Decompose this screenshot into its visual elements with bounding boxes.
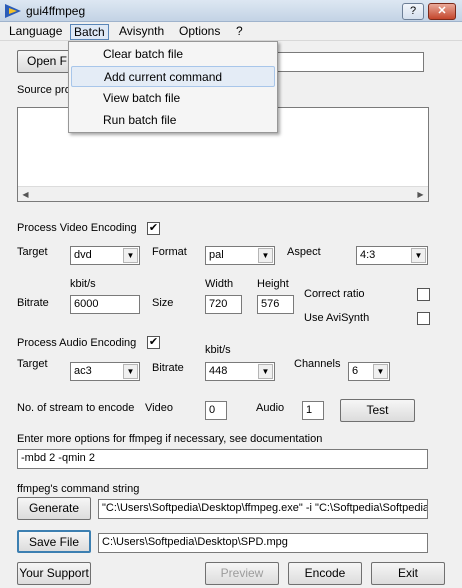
video-target-select[interactable]: dvd ▼ [70, 246, 140, 265]
app-icon [5, 4, 21, 18]
help-button[interactable]: ? [402, 3, 424, 20]
menu-item-add-command[interactable]: Add current command [71, 66, 275, 87]
audio-target-select[interactable]: ac3 ▼ [70, 362, 140, 381]
menu-item-view-batch[interactable]: View batch file [71, 88, 275, 109]
correct-ratio-checkbox[interactable] [417, 288, 430, 301]
your-support-button[interactable]: Your Support [17, 562, 91, 585]
channels-select[interactable]: 6 ▼ [348, 362, 390, 381]
batch-dropdown-menu: Clear batch file Add current command Vie… [68, 41, 278, 133]
encode-button[interactable]: Encode [288, 562, 362, 585]
stream-audio-input[interactable]: 1 [302, 401, 324, 420]
audio-bitrate-value: 448 [209, 365, 228, 377]
menu-batch[interactable]: Batch [70, 24, 109, 40]
options-input[interactable]: -mbd 2 -qmin 2 [17, 449, 428, 469]
chevron-down-icon[interactable]: ▼ [258, 364, 273, 379]
audio-target-label: Target [17, 358, 48, 370]
menu-options[interactable]: Options [176, 24, 223, 40]
stream-audio-label: Audio [256, 402, 285, 414]
preview-button[interactable]: Preview [205, 562, 279, 585]
generate-button[interactable]: Generate [17, 497, 91, 520]
use-avisynth-checkbox[interactable] [417, 312, 430, 325]
stream-video-input[interactable]: 0 [205, 401, 227, 420]
scroll-left-icon[interactable]: ◀ [18, 187, 33, 202]
menu-bar: Language Batch Avisynth Options ? [0, 22, 462, 41]
process-video-label: Process Video Encoding [17, 222, 137, 234]
video-kbits-label: kbit/s [70, 278, 96, 290]
menu-help[interactable]: ? [233, 24, 246, 40]
process-video-checkbox[interactable]: ✔ [147, 222, 160, 235]
process-audio-label: Process Audio Encoding [17, 337, 137, 349]
close-button[interactable]: ✕ [428, 3, 456, 20]
stream-video-label: Video [145, 402, 173, 414]
command-string-field[interactable]: "C:\Users\Softpedia\Desktop\ffmpeg.exe" … [98, 499, 428, 519]
save-file-button[interactable]: Save File [17, 530, 91, 553]
video-bitrate-input[interactable]: 6000 [70, 295, 140, 314]
height-input[interactable]: 576 [257, 295, 294, 314]
aspect-select[interactable]: 4:3 ▼ [356, 246, 428, 265]
format-value: pal [209, 249, 224, 261]
size-label: Size [152, 297, 174, 309]
audio-kbits-label: kbit/s [205, 344, 231, 356]
output-path-field[interactable]: C:\Users\Softpedia\Desktop\SPD.mpg [98, 533, 428, 553]
chevron-down-icon[interactable]: ▼ [123, 248, 138, 263]
menu-item-clear-batch[interactable]: Clear batch file [71, 44, 275, 65]
video-target-value: dvd [74, 249, 92, 261]
audio-bitrate-select[interactable]: 448 ▼ [205, 362, 275, 381]
source-properties-label: Source pro [17, 84, 71, 96]
aspect-label: Aspect [287, 246, 321, 258]
width-label: Width [205, 278, 234, 290]
video-bitrate-label: Bitrate [17, 297, 49, 309]
streams-label: No. of stream to encode [17, 402, 135, 414]
command-label: ffmpeg's command string [17, 483, 140, 495]
chevron-down-icon[interactable]: ▼ [123, 364, 138, 379]
window-title: gui4ffmpeg [26, 4, 86, 18]
video-target-label: Target [17, 246, 48, 258]
menu-avisynth[interactable]: Avisynth [116, 24, 167, 40]
title-bar: gui4ffmpeg ? ✕ [0, 0, 462, 22]
scroll-right-icon[interactable]: ▶ [413, 187, 428, 202]
exit-button[interactable]: Exit [371, 562, 445, 585]
audio-target-value: ac3 [74, 365, 92, 377]
use-avisynth-label: Use AviSynth [304, 312, 370, 324]
process-audio-checkbox[interactable]: ✔ [147, 336, 160, 349]
audio-bitrate-label: Bitrate [152, 362, 184, 374]
width-input[interactable]: 720 [205, 295, 242, 314]
format-select[interactable]: pal ▼ [205, 246, 275, 265]
options-label: Enter more options for ffmpeg if necessa… [17, 433, 323, 445]
channels-label: Channels [294, 358, 341, 370]
correct-ratio-label: Correct ratio [304, 288, 365, 300]
channels-value: 6 [352, 365, 359, 377]
aspect-value: 4:3 [360, 249, 376, 261]
menu-item-run-batch[interactable]: Run batch file [71, 110, 275, 131]
menu-language[interactable]: Language [6, 24, 65, 40]
height-label: Height [257, 278, 289, 290]
format-label: Format [152, 246, 187, 258]
chevron-down-icon[interactable]: ▼ [373, 364, 388, 379]
chevron-down-icon[interactable]: ▼ [258, 248, 273, 263]
horizontal-scrollbar[interactable]: ◀ ▶ [18, 186, 428, 201]
test-button[interactable]: Test [340, 399, 415, 422]
source-file-field[interactable] [260, 52, 424, 72]
chevron-down-icon[interactable]: ▼ [411, 248, 426, 263]
